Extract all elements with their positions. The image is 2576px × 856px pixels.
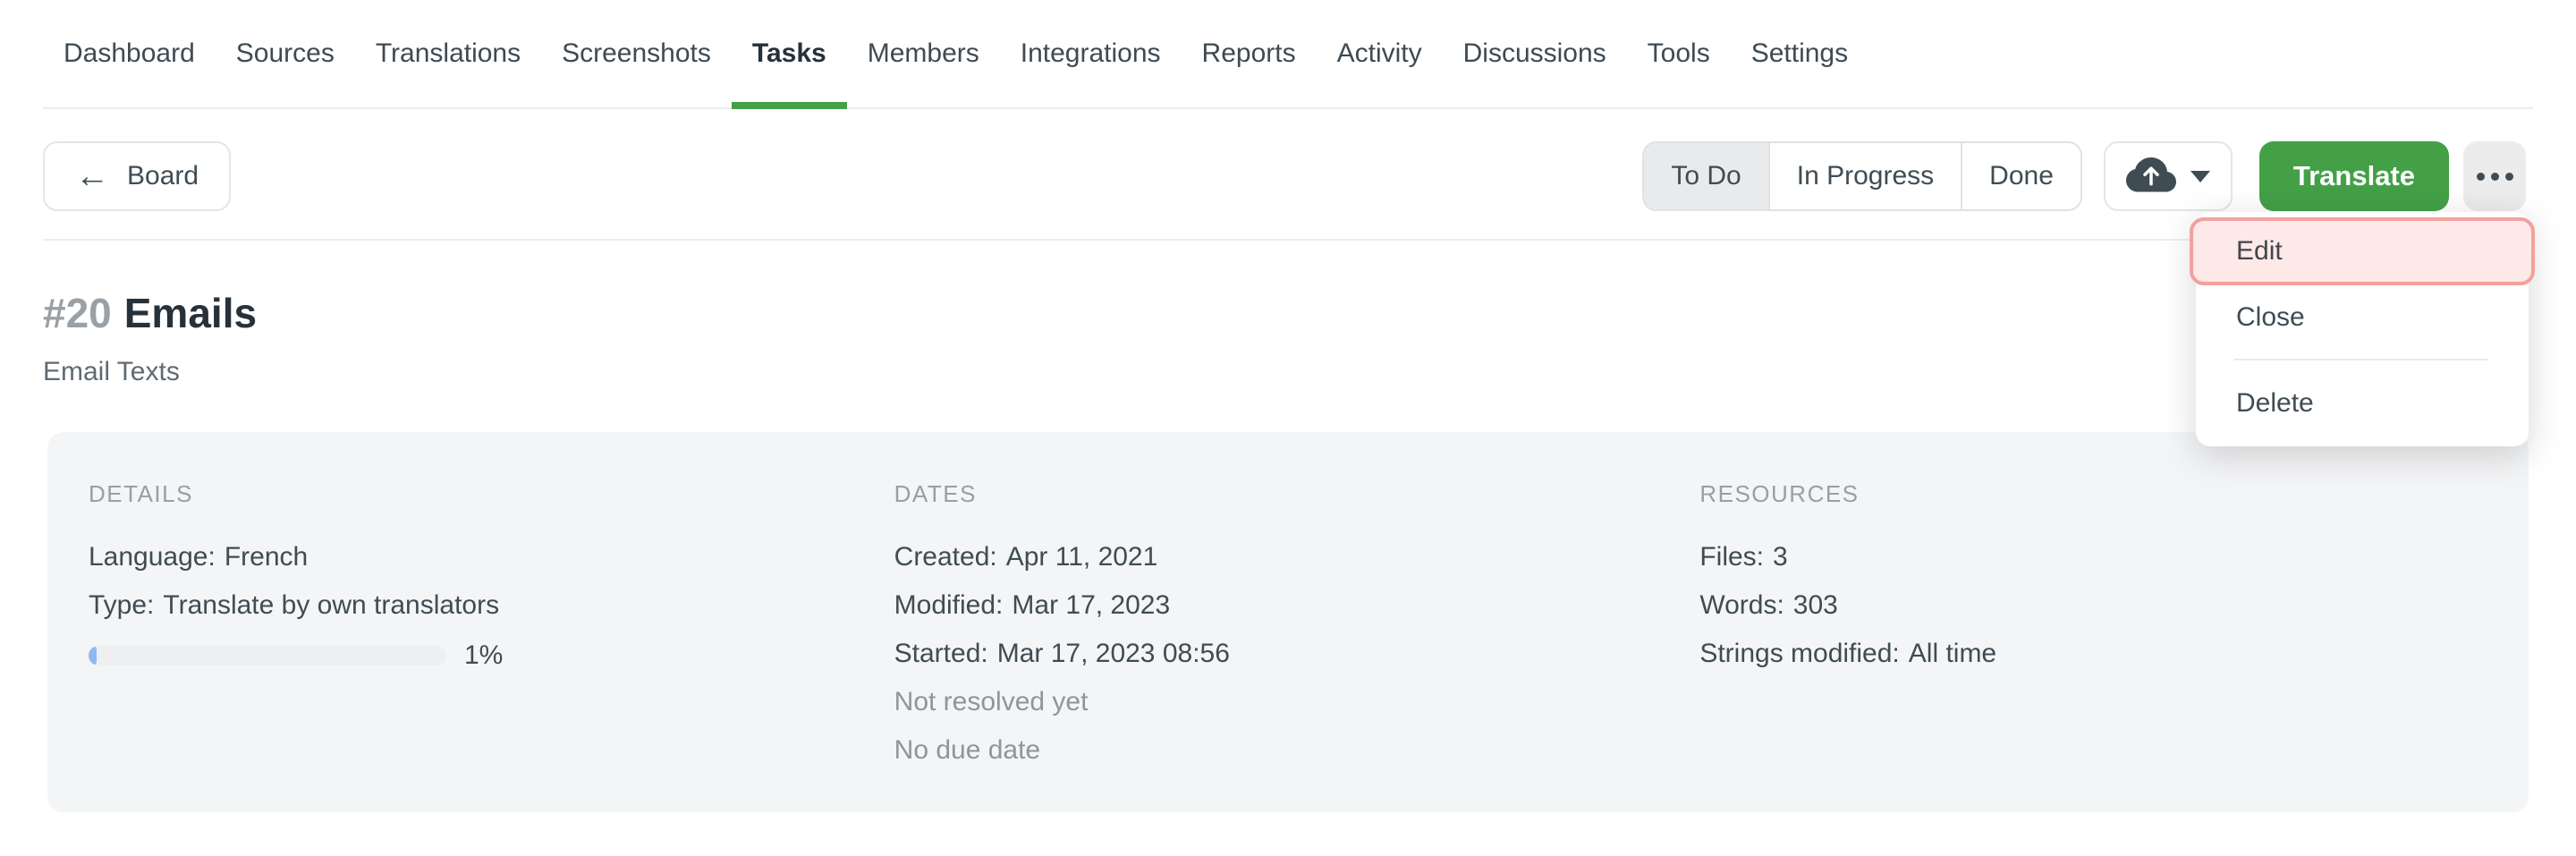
toolbar-divider xyxy=(43,239,2534,241)
export-button[interactable] xyxy=(2104,141,2233,211)
row-label: Files: xyxy=(1699,542,1764,572)
page-title: #20 Emails xyxy=(43,292,2533,334)
status-tab-done[interactable]: Done xyxy=(1962,143,2080,209)
nav-tab-settings[interactable]: Settings xyxy=(1731,0,1868,107)
progress-percent: 1% xyxy=(464,640,503,671)
row-label: Type: xyxy=(89,590,154,620)
dates-column: DATES Created: Apr 11, 2021 Modified: Mar … xyxy=(894,480,1682,812)
row-label: Modified: xyxy=(894,590,1004,620)
task-name: Emails xyxy=(124,290,257,336)
row-value: 3 xyxy=(1773,542,1788,572)
task-summary-card: DETAILS Language: French Type: Translate b… xyxy=(47,432,2529,812)
nav-tab-integrations[interactable]: Integrations xyxy=(1000,0,1182,107)
row-value: 303 xyxy=(1793,590,1838,620)
menu-divider xyxy=(2234,359,2488,360)
resources-column: RESOURCES Files: 3 Words: 303 Strings modi… xyxy=(1699,480,2487,812)
back-to-board-label: Board xyxy=(127,161,199,191)
date-row-started: Started: Mar 17, 2023 08:56 xyxy=(894,630,1682,678)
arrow-left-icon: ← xyxy=(75,159,109,193)
more-actions-menu: Edit Close Delete xyxy=(2196,212,2529,446)
row-label: Strings modified: xyxy=(1699,639,1899,668)
nav-tab-dashboard[interactable]: Dashboard xyxy=(43,0,216,107)
translate-button[interactable]: Translate xyxy=(2259,141,2449,211)
status-tab-todo[interactable]: To Do xyxy=(1644,143,1769,209)
progress-bar-fill xyxy=(89,646,97,665)
due-date-status: No due date xyxy=(894,726,1682,775)
nav-tab-screenshots[interactable]: Screenshots xyxy=(541,0,732,107)
task-number: #20 xyxy=(43,290,112,336)
row-value: All time xyxy=(1909,639,1996,668)
details-heading: DETAILS xyxy=(89,480,877,508)
cloud-upload-icon xyxy=(2126,151,2176,201)
more-actions-button[interactable] xyxy=(2463,141,2526,211)
resource-row-words: Words: 303 xyxy=(1699,581,2487,630)
row-value: Mar 17, 2023 xyxy=(1012,590,1170,620)
task-header: #20 Emails Email Texts xyxy=(43,292,2533,387)
task-detail-page: Dashboard Sources Translations Screensho… xyxy=(0,0,2576,856)
row-label: Created: xyxy=(894,542,997,572)
nav-tab-discussions[interactable]: Discussions xyxy=(1443,0,1627,107)
row-label: Language: xyxy=(89,542,216,572)
details-column: DETAILS Language: French Type: Translate b… xyxy=(89,480,877,812)
progress-bar xyxy=(89,646,446,665)
nav-tab-tasks[interactable]: Tasks xyxy=(732,0,847,107)
date-row-created: Created: Apr 11, 2021 xyxy=(894,533,1682,581)
resource-row-strings-modified: Strings modified: All time xyxy=(1699,630,2487,678)
caret-down-icon xyxy=(2190,171,2210,182)
date-row-modified: Modified: Mar 17, 2023 xyxy=(894,581,1682,630)
row-value: French xyxy=(225,542,308,572)
project-nav: Dashboard Sources Translations Screensho… xyxy=(43,0,2533,109)
menu-item-delete[interactable]: Delete xyxy=(2196,371,2529,436)
row-label: Words: xyxy=(1699,590,1784,620)
task-subtitle: Email Texts xyxy=(43,357,2533,387)
row-value: Apr 11, 2021 xyxy=(1006,542,1158,572)
back-to-board-button[interactable]: ← Board xyxy=(43,141,231,211)
nav-tab-activity[interactable]: Activity xyxy=(1317,0,1443,107)
menu-item-close[interactable]: Close xyxy=(2196,285,2529,350)
resolved-status: Not resolved yet xyxy=(894,678,1682,726)
nav-tab-translations[interactable]: Translations xyxy=(355,0,541,107)
ellipsis-icon xyxy=(2477,173,2513,181)
resources-heading: RESOURCES xyxy=(1699,480,2487,508)
nav-tab-reports[interactable]: Reports xyxy=(1182,0,1317,107)
status-filter: To Do In Progress Done xyxy=(1642,141,2082,211)
nav-tab-members[interactable]: Members xyxy=(847,0,1000,107)
resource-row-files: Files: 3 xyxy=(1699,533,2487,581)
row-label: Started: xyxy=(894,639,988,668)
nav-tab-sources[interactable]: Sources xyxy=(216,0,355,107)
translation-progress: 1% xyxy=(89,642,877,669)
row-value: Mar 17, 2023 08:56 xyxy=(997,639,1230,668)
status-tab-in-progress[interactable]: In Progress xyxy=(1770,143,1962,209)
detail-row-language: Language: French xyxy=(89,533,877,581)
dates-heading: DATES xyxy=(894,480,1682,508)
row-value: Translate by own translators xyxy=(163,590,499,620)
toolbar-actions: To Do In Progress Done Translate xyxy=(1642,141,2526,211)
nav-tab-tools[interactable]: Tools xyxy=(1627,0,1731,107)
detail-row-type: Type: Translate by own translators xyxy=(89,581,877,630)
menu-item-edit[interactable]: Edit xyxy=(2190,217,2535,285)
task-toolbar: ← Board To Do In Progress Done Translate xyxy=(43,141,2526,211)
